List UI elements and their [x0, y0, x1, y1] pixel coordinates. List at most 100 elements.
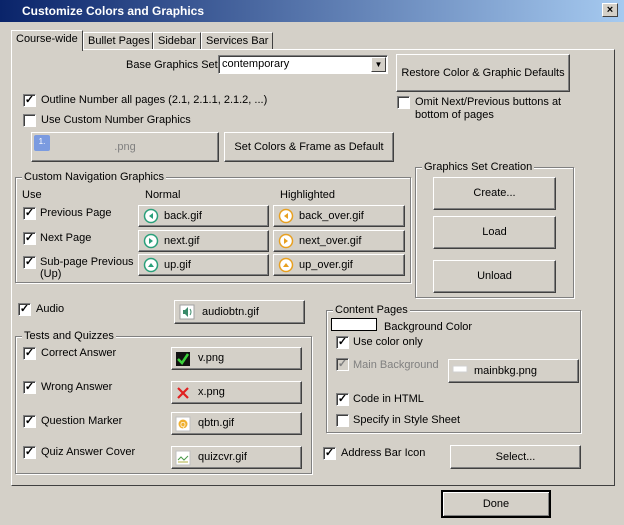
style-sheet-checkbox[interactable] — [336, 414, 349, 427]
custom-number-checkbox[interactable] — [23, 114, 36, 127]
correct-answer-checkbox[interactable]: ✓ — [23, 347, 36, 360]
graphics-set-title: Graphics Set Creation — [422, 161, 535, 173]
previous-highlighted-file: back_over.gif — [299, 210, 364, 222]
next-page-label: Next Page — [40, 232, 92, 244]
background-color-swatch[interactable] — [331, 318, 377, 331]
quiz-cover-file: quizcvr.gif — [198, 451, 247, 463]
audio-file-name: audiobtn.gif — [202, 306, 259, 318]
question-marker-file: qbtn.gif — [198, 417, 235, 429]
code-in-html-label: Code in HTML — [353, 393, 424, 405]
wrong-answer-file: x.png — [198, 386, 225, 398]
set-colors-default-button[interactable]: Set Colors & Frame as Default — [224, 132, 394, 162]
next-arrow-icon — [143, 233, 159, 249]
window-title: Customize Colors and Graphics — [0, 0, 624, 22]
main-background-checkbox[interactable]: ✓ — [336, 358, 349, 371]
quiz-cover-icon — [175, 450, 191, 465]
next-page-checkbox[interactable]: ✓ — [23, 232, 36, 245]
question-marker-button[interactable]: Q qbtn.gif — [171, 412, 302, 435]
done-button[interactable]: Done — [441, 490, 551, 518]
outline-number-checkbox[interactable]: ✓ — [23, 94, 36, 107]
outline-number-label: Outline Number all pages (2.1, 2.1.1, 2.… — [41, 94, 268, 106]
speaker-icon — [179, 304, 195, 320]
next-normal-file: next.gif — [164, 235, 200, 247]
use-color-only-checkbox[interactable]: ✓ — [336, 336, 349, 349]
close-button[interactable]: × — [602, 3, 618, 17]
up-over-arrow-icon — [278, 257, 294, 273]
next-highlighted-button[interactable]: next_over.gif — [273, 230, 405, 252]
chevron-down-icon[interactable]: ▼ — [371, 57, 386, 72]
use-color-only-label: Use color only — [353, 336, 423, 348]
number-graphic-label: .png — [114, 141, 136, 153]
address-bar-label: Address Bar Icon — [341, 447, 426, 459]
next-normal-button[interactable]: next.gif — [138, 230, 269, 252]
quiz-cover-label: Quiz Answer Cover — [41, 446, 136, 458]
back-over-arrow-icon — [278, 208, 294, 224]
question-marker-checkbox[interactable]: ✓ — [23, 415, 36, 428]
col-use-label: Use — [22, 189, 42, 201]
main-background-label: Main Background — [353, 359, 439, 371]
correct-answer-label: Correct Answer — [41, 347, 117, 359]
custom-number-label: Use Custom Number Graphics — [41, 114, 191, 126]
x-mark-icon — [177, 386, 189, 399]
omit-nav-checkbox[interactable] — [397, 96, 410, 109]
code-in-html-checkbox[interactable]: ✓ — [336, 393, 349, 406]
previous-page-checkbox[interactable]: ✓ — [23, 207, 36, 220]
previous-normal-file: back.gif — [164, 210, 202, 222]
tab-course-wide[interactable]: Course-wide — [11, 30, 83, 51]
col-highlighted-label: Highlighted — [280, 189, 336, 201]
subpage-previous-label-line1: Sub-page Previous — [40, 256, 134, 268]
subpage-previous-label-line2: (Up) — [40, 268, 62, 280]
base-graphics-label: Base Graphics Set — [126, 59, 218, 71]
wrong-answer-button[interactable]: x.png — [171, 381, 302, 404]
audio-label: Audio — [36, 303, 65, 315]
main-background-file: mainbkg.png — [474, 365, 537, 377]
base-graphics-value: contemporary — [222, 58, 290, 70]
audio-checkbox[interactable]: ✓ — [18, 303, 31, 316]
quiz-cover-checkbox[interactable]: ✓ — [23, 446, 36, 459]
previous-normal-button[interactable]: back.gif — [138, 205, 269, 227]
previous-page-label: Previous Page — [40, 207, 112, 219]
create-button[interactable]: Create... — [433, 177, 556, 210]
nav-graphics-title: Custom Navigation Graphics — [22, 171, 167, 183]
load-button[interactable]: Load — [433, 216, 556, 249]
up-highlighted-button[interactable]: up_over.gif — [273, 254, 405, 276]
base-graphics-select[interactable]: contemporary ▼ — [218, 55, 388, 74]
subpage-previous-checkbox[interactable]: ✓ — [23, 256, 36, 269]
main-background-button[interactable]: mainbkg.png — [448, 359, 579, 383]
up-normal-button[interactable]: up.gif — [138, 254, 269, 276]
select-icon-button[interactable]: Select... — [450, 445, 581, 469]
up-normal-file: up.gif — [164, 259, 191, 271]
tab-services-bar[interactable]: Services Bar — [201, 32, 273, 50]
restore-defaults-button[interactable]: Restore Color & Graphic Defaults — [396, 54, 570, 92]
up-arrow-icon — [143, 257, 159, 273]
background-color-label: Background Color — [384, 321, 473, 333]
checkmark-icon — [176, 351, 190, 366]
number-graphic-button[interactable]: 1. .png — [31, 132, 219, 162]
unload-button[interactable]: Unload — [433, 260, 556, 293]
omit-nav-label-line2: bottom of pages — [415, 109, 494, 121]
next-over-arrow-icon — [278, 233, 294, 249]
correct-answer-button[interactable]: v.png — [171, 347, 302, 370]
number-badge-icon: 1. — [34, 135, 50, 151]
tab-sidebar[interactable]: Sidebar — [153, 32, 201, 50]
svg-text:Q: Q — [180, 422, 186, 429]
address-bar-checkbox[interactable]: ✓ — [323, 447, 336, 460]
wrong-answer-label: Wrong Answer — [41, 381, 113, 393]
quiz-cover-button[interactable]: quizcvr.gif — [171, 446, 302, 469]
question-marker-label: Question Marker — [41, 415, 123, 427]
previous-highlighted-button[interactable]: back_over.gif — [273, 205, 405, 227]
content-pages-title: Content Pages — [333, 304, 410, 316]
wrong-answer-checkbox[interactable]: ✓ — [23, 381, 36, 394]
audio-file-button[interactable]: audiobtn.gif — [174, 300, 305, 324]
back-arrow-icon — [143, 208, 159, 224]
question-badge-icon: Q — [175, 416, 191, 431]
image-thumbnail-icon — [452, 365, 468, 373]
style-sheet-label: Specify in Style Sheet — [353, 414, 461, 426]
omit-nav-label-line1: Omit Next/Previous buttons at — [415, 96, 562, 108]
next-highlighted-file: next_over.gif — [299, 235, 362, 247]
tab-bullet-pages[interactable]: Bullet Pages — [83, 32, 153, 50]
correct-answer-file: v.png — [198, 352, 225, 364]
tests-title: Tests and Quizzes — [22, 330, 116, 342]
up-highlighted-file: up_over.gif — [299, 259, 353, 271]
col-normal-label: Normal — [145, 189, 181, 201]
